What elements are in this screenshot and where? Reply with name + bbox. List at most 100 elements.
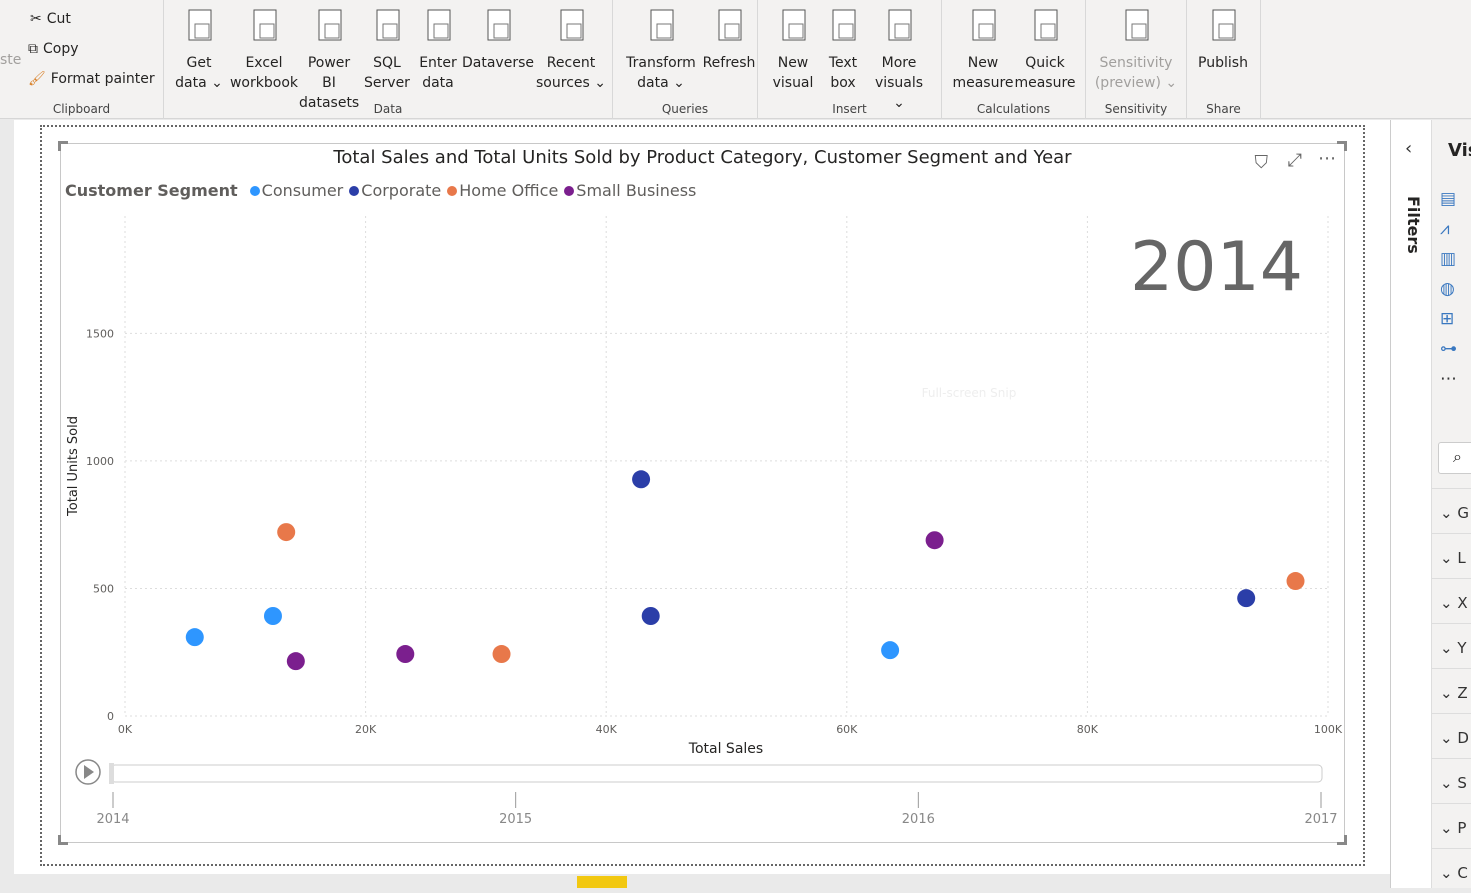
filters-label: Filters [1404,196,1423,254]
cut-label: Cut [46,11,71,27]
copy-button[interactable]: ⧉ Copy [28,41,79,57]
button-label-2: measure [952,75,1014,91]
vis-section[interactable]: ⌄ Y [1432,623,1471,668]
data-point[interactable] [632,470,651,489]
button-label-2: data [422,75,454,91]
format-painter-label: Format painter [50,71,155,87]
share-button-0[interactable]: Publish [1191,6,1255,73]
data-point[interactable] [263,607,282,625]
queries-button-0[interactable]: Transform data ⌄ [621,6,701,93]
x-tick-label: 60K [836,723,858,736]
ghost-tooltip: Full-screen Snip [922,386,1017,400]
section-label: C [1457,864,1468,882]
data-point[interactable] [641,607,660,625]
button-label-2: data ⌄ [637,75,685,91]
button-label-1: More [881,55,917,71]
x-tick-label: 40K [596,723,618,736]
data-group-label: Data [373,102,403,116]
data-button-3[interactable]: SQL Server [359,6,415,93]
button-label-1: Quick [1025,55,1065,71]
sensitivity-group: Sensitivity Sensitivity (preview) ⌄ [1086,0,1187,119]
data-point[interactable] [396,645,415,664]
button-label-1: Enter [419,55,457,71]
vis-section[interactable]: ⌄ G [1432,488,1471,533]
button-label-1: SQL [373,55,401,71]
section-label: L [1457,549,1466,567]
play-axis-track[interactable] [110,764,1323,783]
insert-button-0[interactable]: New visual [768,6,818,93]
vis-section[interactable]: ⌄ S [1432,758,1471,803]
data-point[interactable] [881,641,900,660]
x-axis-title: Total Sales [688,741,763,757]
insert-group: Insert New visual Text box More visuals ⌄ [758,0,942,119]
button-label-1: Sensitivity [1099,55,1173,71]
clipboard-group: ste ✂ Cut ⧉ Copy 🖌 Format painter Clipboard [0,0,164,119]
active-page-tab[interactable] [577,876,627,888]
calculations-group-label: Calculations [976,102,1051,116]
data-point[interactable] [925,531,944,550]
data-button-5[interactable]: Dataverse [461,6,535,73]
insert-button-1[interactable]: Text box [818,6,868,93]
play-axis-tick-label: 2014 [96,812,129,827]
ribbon-icon [1028,6,1062,50]
visualizations-pane: Vis ▤⩘▥◍⊞⊶⋯ ⌕ ⌄ G⌄ L⌄ X⌄ Y⌄ Z⌄ D⌄ S⌄ P⌄ … [1431,120,1471,888]
vis-section[interactable]: ⌄ D [1432,713,1471,758]
paste-button[interactable]: ste [0,52,21,68]
chevron-down-icon: ⌄ [1440,594,1453,612]
data-point[interactable] [492,645,511,664]
visual-type-icons[interactable]: ▤ ⩘ ▥ ◍ ⊞ ⊶ ⋯ [1440,184,1457,394]
vis-section[interactable]: ⌄ X [1432,578,1471,623]
share-group-label: Share [1206,102,1241,116]
calculations-button-1[interactable]: Quick measure [1014,6,1076,93]
button-label-2: datasets [299,95,360,111]
button-label-1: Power BI [307,55,351,91]
chevron-down-icon: ⌄ [1440,819,1453,837]
data-point[interactable] [286,652,305,671]
data-button-6[interactable]: Recent sources ⌄ [535,6,607,93]
ribbon-icon [370,6,404,50]
paintbrush-icon: 🖌 [28,71,46,87]
button-label-2: Server [364,75,410,91]
search-icon[interactable]: ⌕ [1438,442,1471,474]
calculations-button-0[interactable]: New measure [952,6,1014,93]
collapse-chevron-icon[interactable]: ‹ [1405,138,1412,159]
scatter-visual[interactable]: Total Sales and Total Units Sold by Prod… [58,141,1347,845]
data-point[interactable] [185,628,204,647]
scissors-icon: ✂ [30,11,42,27]
data-button-4[interactable]: Enter data [415,6,461,93]
ribbon-icon [966,6,1000,50]
chevron-down-icon: ⌄ [1440,729,1453,747]
format-painter-button[interactable]: 🖌 Format painter [28,71,155,87]
data-point[interactable] [1286,572,1305,591]
ribbon-icon [1119,6,1153,50]
chevron-down-icon: ⌄ [1440,549,1453,567]
data-button-0[interactable]: Get data ⌄ [169,6,229,93]
section-label: D [1457,729,1469,747]
play-axis-handle[interactable] [109,763,114,784]
vis-section[interactable]: ⌄ L [1432,533,1471,578]
vis-section[interactable]: ⌄ Z [1432,668,1471,713]
chevron-down-icon: ⌄ [1440,864,1453,882]
data-point[interactable] [1237,589,1256,608]
x-tick-label: 0K [118,723,133,736]
y-tick-label: 0 [107,710,114,723]
section-label: P [1457,819,1467,837]
filters-pane[interactable]: ‹ Filters [1390,120,1431,888]
queries-button-1[interactable]: Refresh [701,6,757,73]
button-label-1: New [967,55,999,71]
section-label: G [1457,504,1469,522]
insert-button-2[interactable]: More visuals ⌄ [868,6,930,113]
ribbon-icon [247,6,281,50]
button-label-2: data ⌄ [175,75,223,91]
vis-section[interactable]: ⌄ P [1432,803,1471,848]
ribbon-icon [882,6,916,50]
sensitivity-button-0[interactable]: Sensitivity (preview) ⌄ [1092,6,1180,93]
ribbon-icon [712,6,746,50]
data-point[interactable] [277,523,296,542]
data-button-1[interactable]: Excel workbook [229,6,299,93]
cut-button[interactable]: ✂ Cut [30,11,71,27]
paste-label: ste [0,52,22,68]
vis-section[interactable]: ⌄ C [1432,848,1471,893]
data-button-2[interactable]: Power BI datasets [299,6,359,113]
button-label-1: New [777,55,809,71]
